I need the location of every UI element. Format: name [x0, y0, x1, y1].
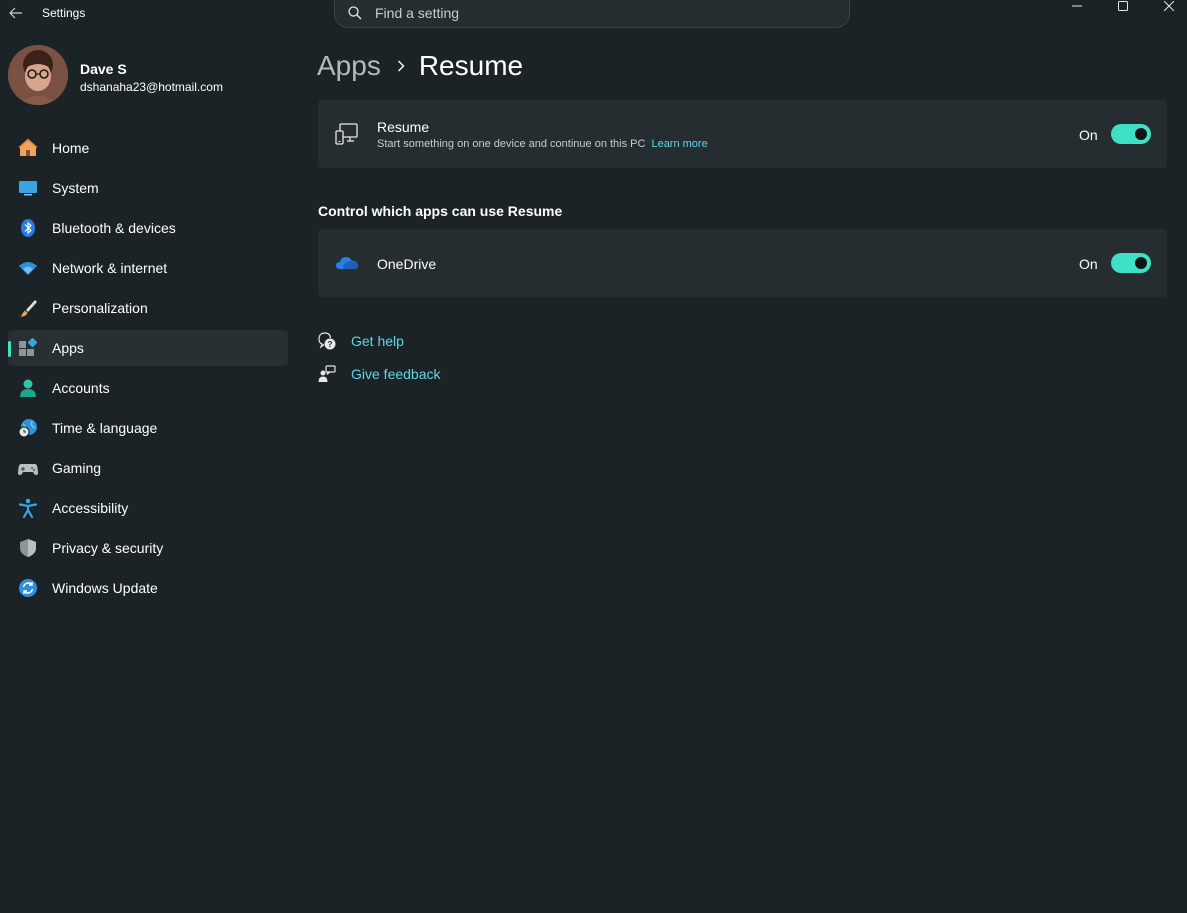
sidebar-item-label: Time & language — [52, 420, 158, 436]
user-profile[interactable]: Dave S dshanaha23@hotmail.com — [8, 45, 288, 107]
resume-title: Resume — [377, 119, 430, 135]
search-box[interactable] — [334, 0, 850, 28]
resume-toggle[interactable] — [1111, 124, 1151, 144]
toggle-knob — [1135, 257, 1147, 269]
user-email: dshanaha23@hotmail.com — [80, 80, 223, 94]
sidebar-item-apps[interactable]: Apps — [8, 330, 288, 366]
search-icon — [348, 6, 362, 20]
sidebar-nav: Home System Bluetooth & devices Network … — [8, 130, 288, 610]
active-indicator — [8, 341, 11, 357]
sidebar-item-accessibility[interactable]: Accessibility — [8, 490, 288, 526]
system-icon — [18, 178, 38, 198]
sidebar-item-label: Apps — [52, 340, 84, 356]
close-button[interactable] — [1146, 0, 1187, 12]
apps-icon — [18, 338, 38, 358]
breadcrumb-parent[interactable]: Apps — [317, 50, 381, 82]
maximize-button[interactable] — [1100, 0, 1146, 12]
onedrive-icon — [335, 253, 359, 275]
toggle-knob — [1135, 128, 1147, 140]
sidebar-item-label: Accounts — [52, 380, 110, 396]
sidebar-item-windows-update[interactable]: Windows Update — [8, 570, 288, 606]
get-help-label: Get help — [351, 333, 404, 349]
onedrive-state-label: On — [1079, 256, 1098, 272]
give-feedback-link[interactable]: Give feedback — [318, 363, 441, 385]
person-icon — [18, 378, 38, 398]
user-name: Dave S — [80, 61, 127, 77]
sidebar-item-gaming[interactable]: Gaming — [8, 450, 288, 486]
help-chat-icon: ? — [318, 332, 336, 350]
title-bar: Settings — [0, 0, 1187, 28]
give-feedback-label: Give feedback — [351, 366, 441, 382]
gamepad-icon — [18, 458, 38, 478]
avatar — [8, 45, 68, 105]
sidebar-item-label: Home — [52, 140, 90, 156]
sidebar-item-system[interactable]: System — [8, 170, 288, 206]
page-title: Resume — [418, 50, 524, 81]
sidebar-item-label: Windows Update — [52, 580, 158, 596]
sidebar-item-label: Privacy & security — [52, 540, 164, 556]
resume-subtitle: Start something on one device and contin… — [377, 138, 646, 150]
section-heading: Control which apps can use Resume — [318, 203, 563, 219]
sidebar-item-privacy[interactable]: Privacy & security — [8, 530, 288, 566]
svg-text:?: ? — [328, 340, 333, 349]
onedrive-title: OneDrive — [377, 256, 437, 272]
learn-more-link[interactable]: Learn more — [651, 138, 707, 150]
sidebar-item-accounts[interactable]: Accounts — [8, 370, 288, 406]
close-icon — [1164, 1, 1174, 11]
sidebar-item-label: System — [52, 180, 99, 196]
resume-description: Start something on one device and contin… — [377, 138, 708, 150]
back-arrow-icon — [9, 7, 22, 19]
sidebar-item-time-language[interactable]: Time & language — [8, 410, 288, 446]
devices-icon — [335, 123, 359, 145]
minimize-icon — [1072, 5, 1082, 7]
get-help-link[interactable]: ? Get help — [318, 330, 404, 352]
sidebar-item-personalization[interactable]: Personalization — [8, 290, 288, 326]
search-input[interactable] — [375, 3, 835, 23]
wifi-icon — [18, 258, 38, 278]
accessibility-icon — [18, 498, 38, 518]
sidebar-item-label: Accessibility — [52, 500, 129, 516]
sidebar-item-label: Gaming — [52, 460, 102, 476]
feedback-icon — [318, 365, 336, 383]
resume-setting-card: Resume Start something on one device and… — [318, 100, 1167, 168]
sidebar-item-label: Network & internet — [52, 260, 168, 276]
app-title: Settings — [42, 6, 86, 20]
sidebar-item-label: Bluetooth & devices — [52, 220, 176, 236]
globe-clock-icon — [18, 418, 38, 438]
sidebar-item-network[interactable]: Network & internet — [8, 250, 288, 286]
shield-icon — [18, 538, 38, 558]
sidebar-item-home[interactable]: Home — [8, 130, 288, 166]
brush-icon — [18, 298, 38, 318]
onedrive-toggle[interactable] — [1111, 253, 1151, 273]
bluetooth-icon — [18, 218, 38, 238]
breadcrumb: Apps Resume — [317, 46, 523, 86]
sidebar-item-label: Personalization — [52, 300, 148, 316]
minimize-button[interactable] — [1054, 0, 1100, 12]
chevron-right-icon — [397, 60, 405, 72]
sidebar-item-bluetooth[interactable]: Bluetooth & devices — [8, 210, 288, 246]
back-button[interactable] — [6, 3, 26, 23]
home-icon — [18, 138, 38, 158]
update-icon — [18, 578, 38, 598]
maximize-icon — [1118, 1, 1128, 11]
resume-state-label: On — [1079, 127, 1098, 143]
onedrive-setting-card: OneDrive On — [318, 229, 1167, 297]
